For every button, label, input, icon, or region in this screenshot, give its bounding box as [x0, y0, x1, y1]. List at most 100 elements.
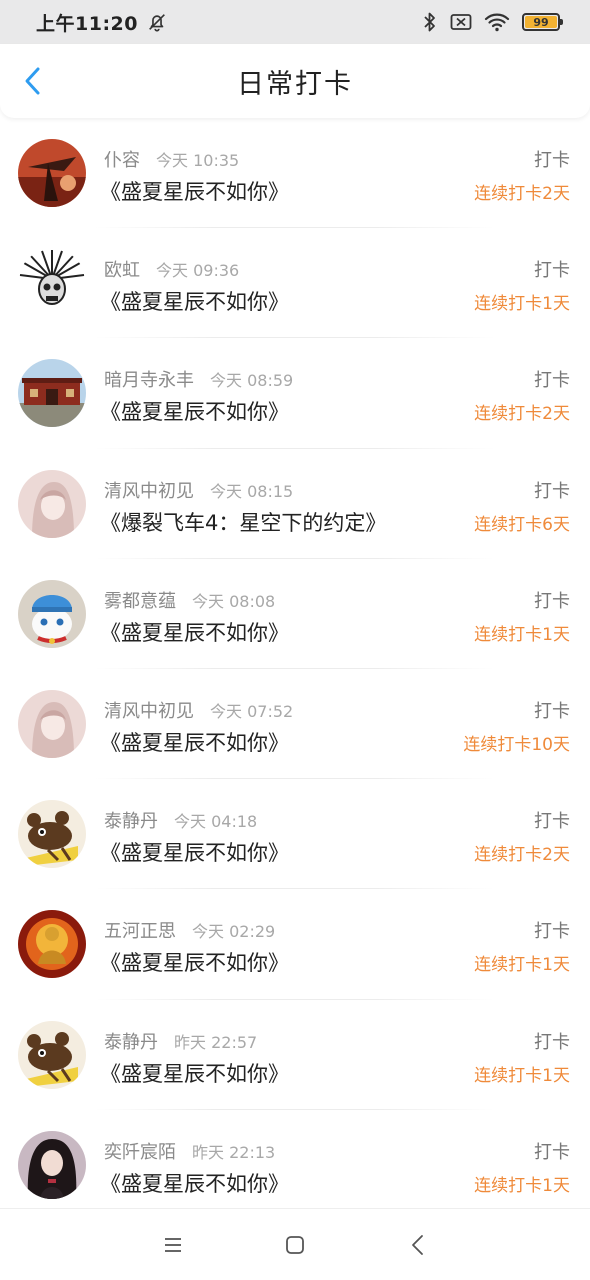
username[interactable]: 泰静丹 — [104, 1028, 158, 1054]
home-square-icon — [286, 1236, 304, 1254]
streak-label: 连续打卡1天 — [474, 1065, 570, 1086]
avatar[interactable] — [18, 689, 86, 758]
avatar[interactable] — [18, 1130, 86, 1199]
back-button[interactable] — [18, 66, 48, 96]
streak-label: 连续打卡10天 — [463, 734, 570, 755]
checkin-time: 昨天 22:57 — [174, 1032, 258, 1052]
header: 日常打卡 — [0, 44, 590, 118]
checkin-label: 打卡 — [534, 370, 570, 392]
streak-label: 连续打卡2天 — [474, 404, 570, 425]
user-line: 清风中初见 今天 08:15 — [104, 477, 293, 503]
checkin-row[interactable]: 泰静丹 今天 04:18 《盛夏星辰不如你》 打卡 连续打卡2天 — [0, 779, 590, 890]
username[interactable]: 奕阡宸陌 — [104, 1138, 176, 1164]
checkin-row[interactable]: 泰静丹 昨天 22:57 《盛夏星辰不如你》 打卡 连续打卡1天 — [0, 1000, 590, 1110]
mute-bell-icon — [149, 14, 165, 32]
checkin-row[interactable]: 仆容 今天 10:35 《盛夏星辰不如你》 打卡 连续打卡2天 — [0, 118, 590, 229]
chevron-left-icon — [25, 67, 40, 95]
book-title[interactable]: 《盛夏星辰不如你》 — [100, 176, 289, 206]
checkin-time: 今天 08:15 — [210, 481, 294, 501]
username[interactable]: 泰静丹 — [104, 807, 158, 833]
avatar[interactable] — [18, 800, 86, 869]
checkin-time: 今天 07:52 — [210, 701, 294, 721]
streak-label: 连续打卡1天 — [474, 294, 570, 315]
book-title[interactable]: 《盛夏星辰不如你》 — [100, 617, 289, 647]
avatar[interactable] — [18, 469, 86, 538]
book-title[interactable]: 《盛夏星辰不如你》 — [100, 1168, 289, 1198]
user-line: 清风中初见 今天 07:52 — [104, 697, 293, 723]
book-title[interactable]: 《爆裂飞车4：星空下的约定》 — [100, 507, 386, 537]
avatar-image-buddha — [18, 910, 86, 979]
checkin-row[interactable]: 欧虹 今天 09:36 《盛夏星辰不如你》 打卡 连续打卡1天 — [0, 228, 590, 339]
avatar[interactable] — [18, 249, 86, 318]
avatar-image-building — [18, 359, 86, 428]
checkin-row[interactable]: 奕阡宸陌 昨天 22:13 《盛夏星辰不如你》 打卡 连续打卡1天 — [0, 1110, 590, 1208]
home-button[interactable] — [283, 1233, 307, 1257]
avatar-image-mouse — [18, 1020, 86, 1089]
avatar-image-dark-hair-girl — [18, 1130, 86, 1199]
checkin-label: 打卡 — [534, 150, 570, 171]
streak-label: 连续打卡6天 — [474, 514, 570, 535]
streak-label: 连续打卡2天 — [474, 184, 570, 204]
back-triangle-icon — [412, 1235, 423, 1255]
user-line: 五河正思 今天 02:29 — [104, 917, 275, 943]
streak-label: 连续打卡1天 — [474, 624, 570, 645]
checkin-time: 今天 08:59 — [210, 371, 294, 391]
checkin-time: 今天 10:35 — [156, 151, 240, 170]
checkin-row[interactable]: 暗月寺永丰 今天 08:59 《盛夏星辰不如你》 打卡 连续打卡2天 — [0, 338, 590, 449]
checkin-row[interactable]: 清风中初见 今天 08:15 《爆裂飞车4：星空下的约定》 打卡 连续打卡6天 — [0, 449, 590, 559]
avatar[interactable] — [18, 1020, 86, 1089]
streak-label: 连续打卡1天 — [474, 1175, 570, 1196]
sim-off-icon — [450, 14, 472, 30]
streak-label: 连续打卡1天 — [474, 955, 570, 976]
checkin-list[interactable]: 仆容 今天 10:35 《盛夏星辰不如你》 打卡 连续打卡2天 欧虹 今天 09… — [0, 118, 590, 1208]
checkin-row[interactable]: 五河正思 今天 02:29 《盛夏星辰不如你》 打卡 连续打卡1天 — [0, 889, 590, 1000]
avatar-image-anime-girl — [18, 689, 86, 758]
user-line: 泰静丹 昨天 22:57 — [104, 1028, 257, 1054]
username[interactable]: 清风中初见 — [104, 697, 194, 723]
battery-icon: 99 — [522, 13, 563, 31]
avatar-image-mouse — [18, 800, 86, 869]
avatar-image-skull — [18, 249, 86, 318]
username[interactable]: 五河正思 — [104, 917, 176, 943]
book-title[interactable]: 《盛夏星辰不如你》 — [100, 727, 289, 757]
checkin-label: 打卡 — [534, 700, 570, 722]
checkin-label: 打卡 — [534, 811, 570, 833]
checkin-label: 打卡 — [534, 480, 570, 502]
checkin-row[interactable]: 雾都意蕴 今天 08:08 《盛夏星辰不如你》 打卡 连续打卡1天 — [0, 559, 590, 669]
checkin-label: 打卡 — [534, 260, 570, 282]
status-icons: 99 — [422, 11, 563, 33]
book-title[interactable]: 《盛夏星辰不如你》 — [100, 947, 289, 977]
avatar-image-warrior — [18, 139, 86, 207]
username[interactable]: 欧虹 — [104, 256, 140, 282]
avatar[interactable] — [18, 910, 86, 979]
avatar[interactable] — [18, 139, 86, 207]
checkin-row[interactable]: 清风中初见 今天 07:52 《盛夏星辰不如你》 打卡 连续打卡10天 — [0, 669, 590, 780]
avatar-image-anime-girl — [18, 469, 86, 538]
wifi-icon — [484, 13, 510, 32]
username[interactable]: 暗月寺永丰 — [104, 366, 194, 392]
menu-icon — [165, 1238, 181, 1252]
username[interactable]: 雾都意蕴 — [104, 587, 176, 613]
checkin-time: 今天 02:29 — [192, 922, 276, 942]
book-title[interactable]: 《盛夏星辰不如你》 — [100, 837, 289, 867]
checkin-time: 今天 09:36 — [156, 261, 240, 281]
page-title: 日常打卡 — [237, 68, 353, 100]
username[interactable]: 仆容 — [104, 146, 140, 172]
user-line: 仆容 今天 10:35 — [104, 146, 239, 172]
user-line: 泰静丹 今天 04:18 — [104, 807, 257, 833]
avatar-image-cat — [18, 579, 86, 648]
book-title[interactable]: 《盛夏星辰不如你》 — [100, 396, 289, 426]
bluetooth-icon — [424, 12, 435, 32]
avatar[interactable] — [18, 579, 86, 648]
username[interactable]: 清风中初见 — [104, 477, 194, 503]
user-line: 欧虹 今天 09:36 — [104, 256, 239, 282]
avatar[interactable] — [18, 359, 86, 428]
book-title[interactable]: 《盛夏星辰不如你》 — [100, 286, 289, 316]
checkin-label: 打卡 — [534, 590, 570, 612]
book-title[interactable]: 《盛夏星辰不如你》 — [100, 1058, 289, 1088]
checkin-label: 打卡 — [534, 1031, 570, 1053]
menu-button[interactable] — [161, 1233, 185, 1257]
back-nav-button[interactable] — [406, 1233, 430, 1257]
checkin-time: 昨天 22:13 — [192, 1142, 276, 1162]
user-line: 奕阡宸陌 昨天 22:13 — [104, 1138, 275, 1164]
